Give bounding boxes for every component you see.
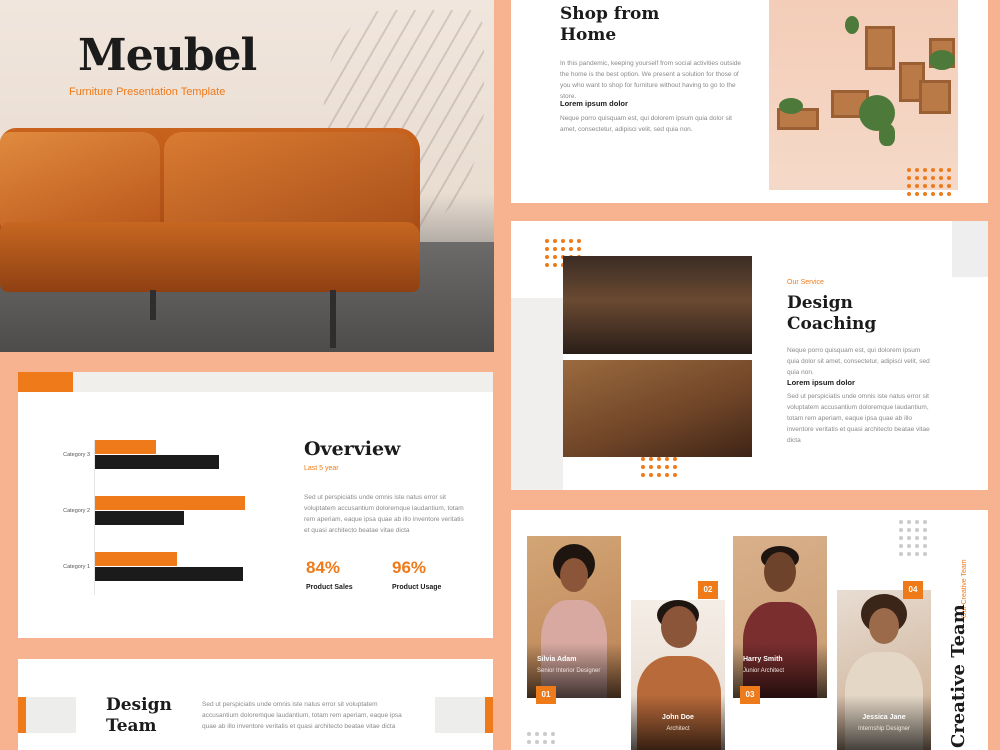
stat-value: 96%	[392, 558, 427, 577]
slide-body: Sed ut perspiciatis unde omnis iste natu…	[202, 701, 402, 730]
team-member-card: Jessica Jane Internship Designer	[837, 590, 931, 750]
member-role: Junior Architect	[743, 668, 785, 674]
stat-label: Product Sales	[306, 584, 353, 591]
member-number: 03	[740, 686, 760, 704]
slide-title: Shop from Home	[560, 4, 660, 45]
stat-label: Product Usage	[392, 584, 442, 591]
slide-design-coaching: Our Service Design Coaching Neque porro …	[511, 221, 988, 490]
sofa-leg	[150, 290, 156, 320]
decor-accent	[18, 697, 26, 733]
member-name: Jessica Jane	[862, 714, 906, 721]
member-number: 04	[903, 581, 923, 599]
slide-eyebrow: Our Service	[787, 279, 824, 286]
slide-title: Overview	[304, 438, 401, 460]
slide-title: Design Coaching	[787, 293, 877, 334]
decor-panel	[18, 697, 76, 733]
sofa-cushion	[164, 132, 414, 232]
decor-panel	[511, 298, 563, 490]
member-number: 01	[536, 686, 556, 704]
slide-body: Sed ut perspiciatis unde omnis iste natu…	[304, 494, 464, 534]
slide-subheading: Lorem ipsum dolor	[787, 378, 855, 387]
member-name: Silvia Adam	[537, 656, 577, 663]
member-role: Architect	[666, 726, 690, 732]
decor-dots	[899, 520, 927, 556]
wall-shelf-image	[769, 0, 958, 190]
team-member-card: John Doe Architect	[631, 600, 725, 750]
slide-overview: Overview Last 5 year Sed ut perspiciatis…	[18, 372, 493, 638]
team-member-card: Silvia Adam Senior Interior Designer	[527, 536, 621, 698]
slide-cover: Meubel Furniture Presentation Template	[0, 0, 494, 352]
slide-design-team: Design Team Sed ut perspiciatis unde omn…	[18, 659, 493, 750]
cover-subtitle: Furniture Presentation Template	[69, 86, 226, 98]
chart-bar	[95, 440, 156, 454]
decor-dots	[527, 732, 555, 744]
decor-dots	[641, 457, 677, 477]
slide-subheading: Lorem ipsum dolor	[560, 99, 628, 108]
decor-accent	[18, 372, 73, 392]
category-label: Category 3	[63, 452, 90, 458]
slide-creative-team: Silvia Adam Senior Interior Designer 01 …	[511, 510, 988, 750]
decor-accent	[485, 697, 493, 733]
interior-image	[563, 256, 752, 354]
chart-bar	[95, 496, 245, 510]
team-member-card: Harry Smith Junior Architect	[733, 536, 827, 698]
interior-image	[563, 360, 752, 457]
cover-title: Meubel	[78, 30, 257, 81]
stat-value: 84%	[306, 558, 341, 577]
member-number: 02	[698, 581, 718, 599]
category-label: Category 2	[63, 508, 90, 514]
chart-bar	[95, 455, 219, 469]
chart-bar	[95, 552, 177, 566]
member-role: Internship Designer	[857, 726, 911, 732]
category-label: Category 1	[63, 564, 90, 570]
sofa-leg	[330, 290, 336, 348]
member-name: Harry Smith	[743, 656, 783, 663]
decor-panel	[952, 221, 988, 277]
member-name: John Doe	[662, 714, 694, 721]
sofa-seat	[0, 222, 420, 292]
slide-title: Creative Team	[948, 604, 969, 748]
slide-subtitle: Last 5 year	[304, 465, 339, 472]
slide-body-secondary: Neque porro quisquam est, qui dolorem ip…	[560, 115, 732, 133]
chart-bar	[95, 511, 184, 525]
slide-shop-from-home: Shop from Home In this pandemic, keeping…	[511, 0, 988, 203]
sofa-cushion	[0, 132, 160, 232]
slide-body: Neque porro quisquam est, qui dolorem ip…	[787, 347, 930, 376]
decor-dots	[907, 168, 951, 196]
member-role: Senior Interior Designer	[537, 668, 601, 674]
decor-bar	[18, 372, 493, 392]
slide-title: Design Team	[106, 695, 172, 736]
slide-body: In this pandemic, keeping yourself from …	[560, 60, 742, 100]
slide-body-secondary: Sed ut perspiciatis unde omnis iste natu…	[787, 393, 930, 444]
chart-bar	[95, 567, 243, 581]
